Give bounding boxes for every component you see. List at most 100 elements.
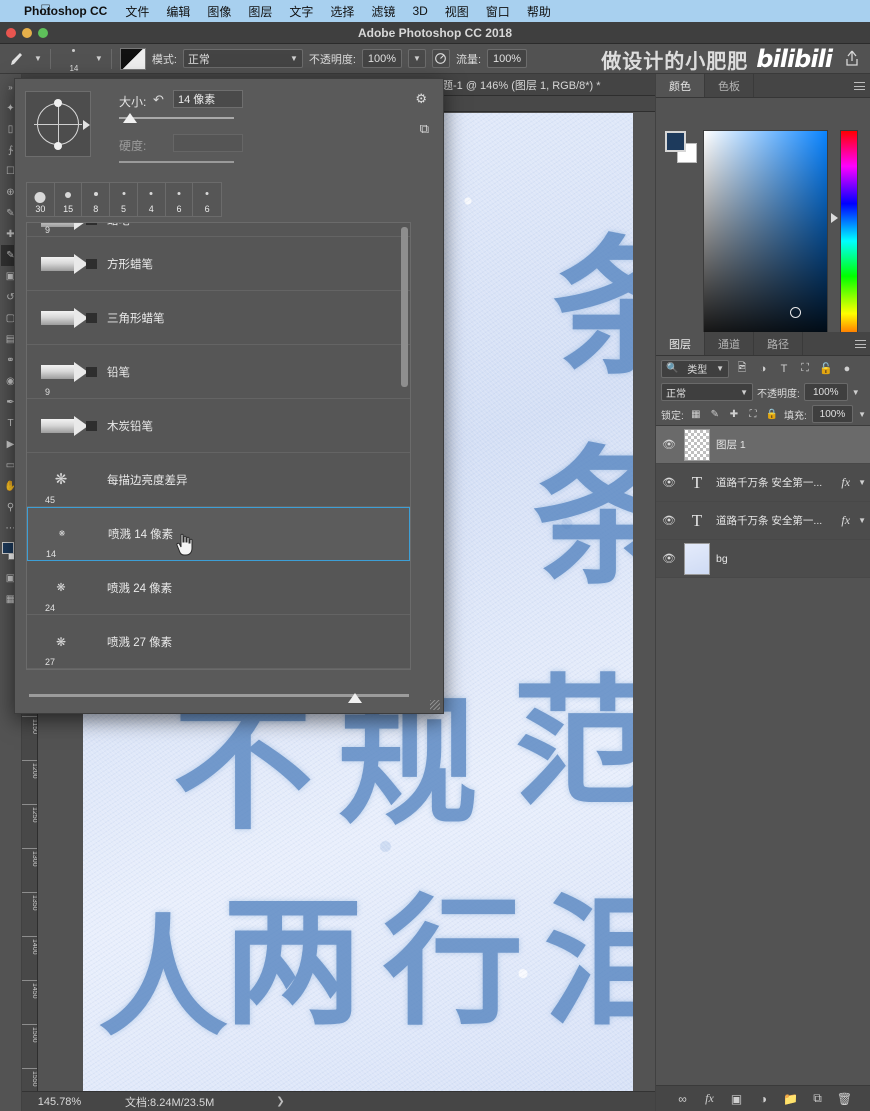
menu-item-type[interactable]: 文字 bbox=[289, 3, 313, 20]
brush-swatch[interactable]: 6 bbox=[193, 183, 222, 216]
brush-angle-handle[interactable] bbox=[83, 120, 90, 130]
chevron-right-icon[interactable]: ❯ bbox=[276, 1096, 284, 1107]
shape-filter-icon[interactable]: ⛶ bbox=[797, 361, 813, 377]
brush-icon[interactable] bbox=[6, 48, 28, 70]
list-item[interactable]: 方形蜡笔 bbox=[27, 237, 410, 291]
brush-preset-picker-popup[interactable]: 大小: ↶ 14 像素 硬度: ⚙ ⧉ 30 15 8 5 4 6 6 9 方形… bbox=[14, 78, 444, 714]
document-tab-title[interactable]: 题-1 @ 146% (图层 1, RGB/8*) * bbox=[442, 77, 601, 93]
brush-tip-preview[interactable] bbox=[25, 91, 91, 157]
image-filter-icon[interactable]: 🖻 bbox=[734, 361, 750, 377]
layer-name[interactable]: 道路千万条 安全第一... bbox=[716, 475, 835, 490]
layer-blend-mode-select[interactable]: 正常 ▼ bbox=[661, 383, 753, 401]
brush-swatch[interactable]: 4 bbox=[137, 183, 166, 216]
brush-preset-list[interactable]: 蜡笔 9 方形蜡笔 三角形蜡笔 bbox=[26, 222, 411, 670]
brush-swatch[interactable]: 30 bbox=[27, 183, 55, 216]
smartobject-filter-icon[interactable]: 🔓 bbox=[818, 361, 834, 377]
lock-all-icon[interactable]: 🔒 bbox=[765, 407, 779, 422]
layer-opacity-value[interactable]: 100% bbox=[803, 383, 848, 401]
brush-swatch[interactable]: 15 bbox=[54, 183, 83, 216]
reset-arrow-icon[interactable]: ↶ bbox=[153, 92, 164, 108]
layer-thumbnail[interactable] bbox=[684, 542, 710, 575]
opacity-pressure-toggle[interactable]: ▼ bbox=[407, 49, 426, 68]
brush-size-input[interactable]: 14 像素 bbox=[173, 90, 243, 108]
color-panel-fgbg-swatch[interactable] bbox=[665, 131, 697, 163]
tab-layers[interactable]: 图层 bbox=[656, 332, 705, 355]
layer-style-fx-icon[interactable]: fx bbox=[703, 1091, 717, 1106]
filter-toggle-icon[interactable]: ● bbox=[839, 361, 855, 377]
layer-visibility-eye-icon[interactable]: 👁 bbox=[660, 512, 678, 530]
brush-popup-scroll-handle[interactable] bbox=[348, 693, 362, 703]
list-item[interactable]: ❋ 每描边亮度差异 45 bbox=[27, 453, 410, 507]
list-item[interactable]: 铅笔 9 bbox=[27, 345, 410, 399]
blend-mode-select[interactable]: 正常 ▼ bbox=[182, 49, 303, 68]
adjustment-filter-icon[interactable]: ◑ bbox=[755, 361, 771, 377]
brush-swatch[interactable]: 8 bbox=[82, 183, 111, 216]
opacity-input[interactable]: 100% bbox=[361, 49, 402, 68]
minimize-button[interactable] bbox=[22, 28, 32, 38]
brush-swatch[interactable]: 6 bbox=[165, 183, 194, 216]
saturation-value-field[interactable] bbox=[703, 130, 828, 352]
tab-color[interactable]: 颜色 bbox=[656, 74, 705, 97]
brush-size-chevron-down-icon[interactable]: ▼ bbox=[95, 54, 103, 63]
flow-input[interactable]: 100% bbox=[487, 49, 528, 68]
layer-name[interactable]: 图层 1 bbox=[716, 437, 870, 452]
brush-roundness-handle-bottom[interactable] bbox=[54, 142, 62, 150]
fill-chevron-down-icon[interactable]: ▼ bbox=[858, 410, 866, 419]
brush-size-slider-handle[interactable] bbox=[123, 113, 137, 123]
layer-mask-icon[interactable]: ▣ bbox=[730, 1092, 744, 1106]
menu-item-window[interactable]: 窗口 bbox=[486, 3, 510, 20]
brush-popup-resize-grip[interactable] bbox=[430, 700, 440, 710]
tab-channels[interactable]: 通道 bbox=[705, 332, 754, 355]
layer-visibility-eye-icon[interactable]: 👁 bbox=[660, 474, 678, 492]
lock-position-icon[interactable]: ✚ bbox=[727, 407, 741, 422]
layer-list[interactable]: 👁 图层 1 👁 T 道路千万条 安全第一... fx ▼ 👁 T 道路千万条 … bbox=[656, 425, 870, 1085]
menu-item-file[interactable]: 文件 bbox=[125, 3, 149, 20]
table-row[interactable]: 👁 T 道路千万条 安全第一... fx ▼ bbox=[656, 502, 870, 540]
chevron-down-icon[interactable]: ▼ bbox=[858, 516, 870, 525]
menu-item-layer[interactable]: 图层 bbox=[248, 3, 272, 20]
menu-item-help[interactable]: 帮助 bbox=[527, 3, 551, 20]
brush-roundness-handle-top[interactable] bbox=[54, 99, 62, 107]
lock-image-icon[interactable]: ✎ bbox=[708, 407, 722, 422]
chevron-down-icon[interactable]: ▼ bbox=[858, 478, 870, 487]
menu-item-view[interactable]: 视图 bbox=[445, 3, 469, 20]
table-row[interactable]: 👁 T 道路千万条 安全第一... fx ▼ bbox=[656, 464, 870, 502]
foreground-color-swatch[interactable] bbox=[665, 131, 686, 152]
layer-visibility-eye-icon[interactable]: 👁 bbox=[660, 436, 678, 454]
tab-paths[interactable]: 路径 bbox=[754, 332, 803, 355]
brush-swatch[interactable]: 5 bbox=[110, 183, 138, 216]
list-item[interactable]: 木炭铅笔 bbox=[27, 399, 410, 453]
brush-preset-chevron-down-icon[interactable]: ▼ bbox=[34, 54, 42, 63]
layer-visibility-eye-icon[interactable]: 👁 bbox=[660, 550, 678, 568]
zoom-level[interactable]: 145.78% bbox=[22, 1096, 97, 1108]
list-item[interactable]: ❋ 喷溅 14 像素 14 bbox=[27, 507, 410, 561]
share-icon[interactable] bbox=[844, 49, 860, 67]
menu-item-select[interactable]: 选择 bbox=[330, 3, 354, 20]
layer-thumbnail[interactable] bbox=[684, 428, 710, 461]
list-item[interactable]: ❋ 喷溅 24 像素 24 bbox=[27, 561, 410, 615]
tab-swatches[interactable]: 色板 bbox=[705, 74, 754, 97]
table-row[interactable]: 👁 bg bbox=[656, 540, 870, 578]
maximize-button[interactable] bbox=[38, 28, 48, 38]
brush-size-thumbnail[interactable]: 14 bbox=[59, 46, 89, 73]
layer-name[interactable]: 道路千万条 安全第一... bbox=[716, 513, 835, 528]
layer-filter-kind-select[interactable]: 🔍 类型 ▼ bbox=[661, 359, 729, 378]
type-filter-icon[interactable]: T bbox=[776, 361, 792, 377]
delete-layer-icon[interactable]: 🗑 bbox=[837, 1092, 852, 1106]
opacity-chevron-down-icon[interactable]: ▼ bbox=[852, 388, 860, 397]
brush-settings-panel-button[interactable] bbox=[119, 47, 146, 70]
new-layer-icon[interactable]: ⧉ bbox=[811, 1091, 825, 1106]
layer-style-fx-icon[interactable]: fx bbox=[841, 513, 852, 528]
panel-menu-icon[interactable] bbox=[855, 340, 866, 348]
layer-style-fx-icon[interactable]: fx bbox=[841, 475, 852, 490]
new-brush-icon[interactable]: ⧉ bbox=[420, 121, 429, 137]
apple-logo-icon[interactable]:  bbox=[40, 2, 51, 19]
layer-fill-value[interactable]: 100% bbox=[811, 405, 854, 423]
close-button[interactable] bbox=[6, 28, 16, 38]
panel-menu-icon[interactable] bbox=[854, 82, 865, 90]
lock-artboard-icon[interactable]: ⛶ bbox=[746, 407, 760, 422]
hue-slider[interactable] bbox=[840, 130, 858, 352]
foreground-color-swatch[interactable] bbox=[1, 542, 14, 554]
menu-item-3d[interactable]: 3D bbox=[412, 4, 427, 18]
layer-name[interactable]: bg bbox=[716, 553, 870, 565]
